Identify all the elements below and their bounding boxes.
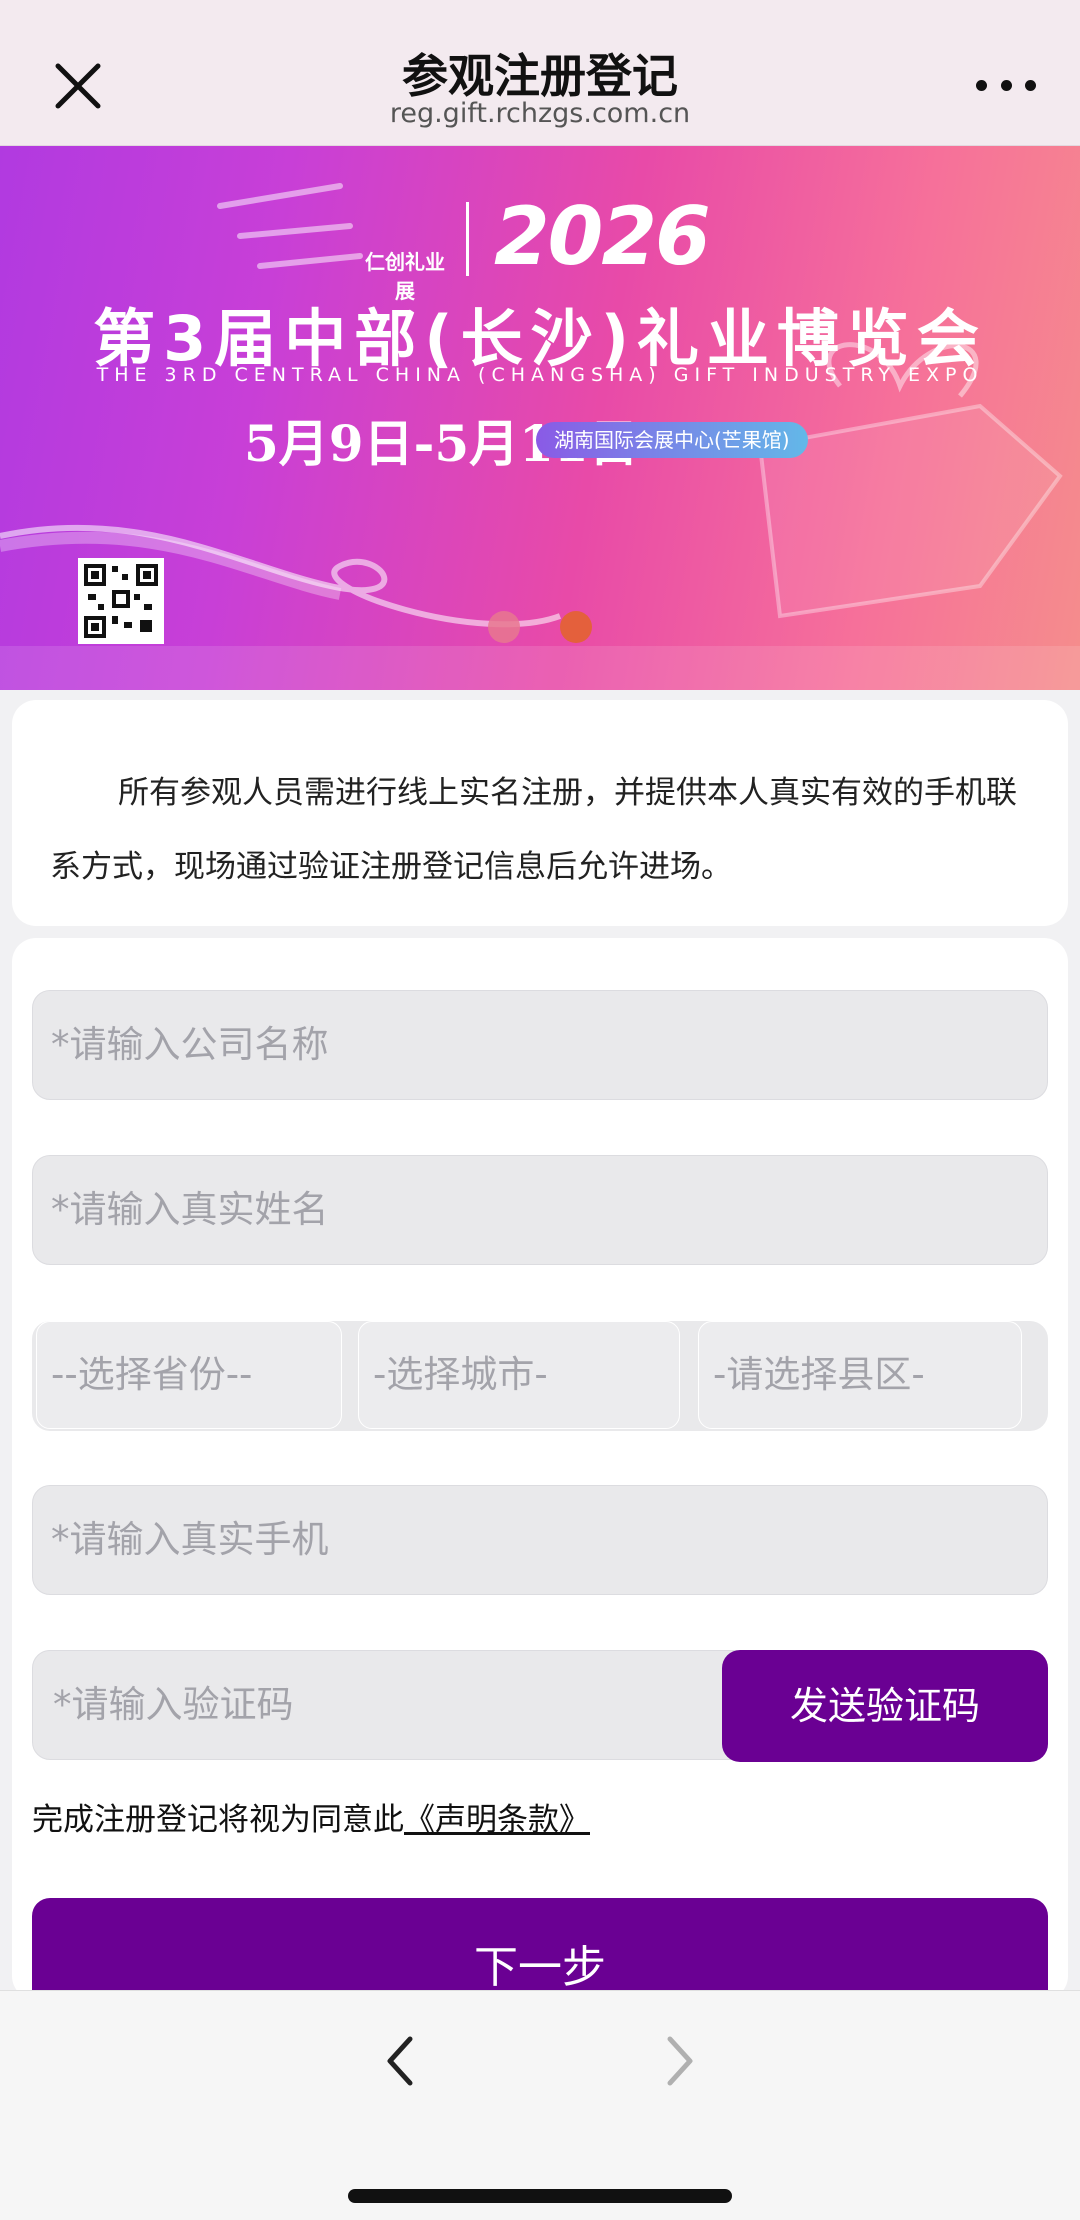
carousel-dot[interactable] [488, 611, 520, 643]
company-input[interactable]: *请输入公司名称 [32, 990, 1048, 1100]
page-title: 参观注册登记 [402, 49, 678, 103]
forward-arrow-icon[interactable] [656, 2031, 700, 2091]
more-dot [976, 79, 987, 91]
district-select[interactable]: -请选择县区- [698, 1321, 1022, 1429]
notice-text: 所有参观人员需进行线上实名注册，并提供本人真实有效的手机联系方式，现场通过验证注… [50, 775, 1017, 885]
more-icon[interactable] [976, 70, 1036, 100]
name-input[interactable]: *请输入真实姓名 [32, 1155, 1048, 1265]
top-nav-bar: 参观注册登记 reg.gift.rchzgs.com.cn [0, 0, 1080, 146]
agreement-prefix: 完成注册登记将视为同意此 [32, 1802, 404, 1838]
carousel-dot-active[interactable] [560, 611, 592, 643]
send-code-button[interactable]: 发送验证码 [722, 1650, 1048, 1762]
logo-divider [466, 202, 469, 276]
expo-venue-badge: 湖南国际会展中心(芒果馆) [536, 422, 808, 458]
back-arrow-icon[interactable] [380, 2031, 424, 2091]
more-dot [1000, 79, 1012, 91]
city-select[interactable]: -选择城市- [358, 1321, 680, 1429]
agreement-text: 完成注册登记将视为同意此《声明条款》 [32, 1794, 590, 1839]
expo-year: 2026 [494, 190, 711, 283]
region-selects: --选择省份-- -选择城市- -请选择县区- [32, 1321, 1048, 1431]
page-url: reg.gift.rchzgs.com.cn [389, 98, 691, 129]
terms-link[interactable]: 《声明条款》 [404, 1802, 590, 1838]
more-dot [1025, 79, 1036, 91]
home-indicator [348, 2189, 732, 2203]
carousel-indicator [0, 611, 1080, 651]
phone-input[interactable]: *请输入真实手机 [32, 1485, 1048, 1595]
registration-form: *请输入公司名称 *请输入真实姓名 --选择省份-- -选择城市- -请选择县区… [12, 938, 1068, 2018]
expo-banner[interactable]: 仁创礼业展 2026 第3届中部(长沙)礼业博览会 THE 3RD CENTRA… [0, 146, 1080, 690]
expo-subtitle: THE 3RD CENTRAL CHINA (CHANGSHA) GIFT IN… [96, 364, 984, 386]
notice-card: 所有参观人员需进行线上实名注册，并提供本人真实有效的手机联系方式，现场通过验证注… [12, 700, 1068, 926]
province-select[interactable]: --选择省份-- [36, 1321, 342, 1429]
browser-toolbar [0, 1990, 1080, 2220]
verification-code-input[interactable]: *请输入验证码 [32, 1650, 752, 1760]
